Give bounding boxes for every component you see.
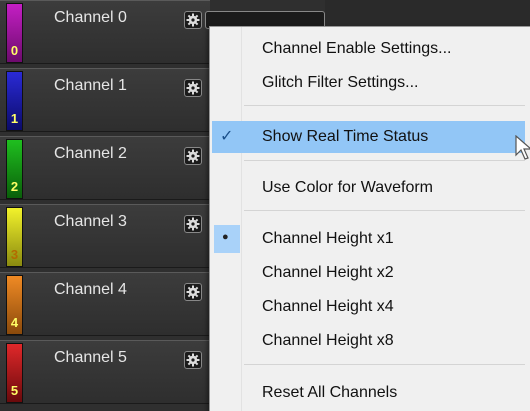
channel-settings-button[interactable]	[184, 351, 202, 369]
menu-item-label: Channel Enable Settings...	[262, 40, 452, 57]
channel-number: 2	[10, 179, 19, 194]
channel-color-swatch[interactable]: 4	[6, 275, 23, 335]
channel-settings-button[interactable]	[184, 283, 202, 301]
gear-icon	[186, 353, 200, 367]
menu-item-channel-enable-settings[interactable]: Channel Enable Settings...	[212, 33, 525, 65]
menu-item-label: Channel Height x2	[262, 264, 394, 281]
menu-separator	[244, 364, 525, 365]
menu-item-show-real-time-status[interactable]: ✓ Show Real Time Status	[212, 121, 525, 153]
menu-item-use-color-for-waveform[interactable]: Use Color for Waveform	[212, 172, 525, 204]
channel-row[interactable]: 2 Channel 2	[0, 136, 210, 200]
check-cell: ●	[214, 225, 240, 253]
channel-settings-button[interactable]	[184, 11, 202, 29]
channel-label[interactable]: Channel 2	[54, 145, 127, 163]
menu-separator	[244, 105, 525, 106]
menu-item-label: Show Real Time Status	[262, 128, 429, 145]
channel-row[interactable]: 1 Channel 1	[0, 68, 210, 132]
context-menu: Channel Enable Settings... Glitch Filter…	[209, 26, 530, 411]
menu-item-channel-height-x4[interactable]: Channel Height x4	[212, 291, 525, 323]
channel-color-swatch[interactable]: 0	[6, 3, 23, 63]
channel-label[interactable]: Channel 3	[54, 213, 127, 231]
channel-number: 4	[10, 315, 19, 330]
menu-separator	[244, 160, 525, 161]
channel-row[interactable]: 3 Channel 3	[0, 204, 210, 268]
menu-item-label: Glitch Filter Settings...	[262, 74, 419, 91]
channel-number: 5	[10, 383, 19, 398]
menu-item-channel-height-x2[interactable]: Channel Height x2	[212, 257, 525, 289]
checkmark-icon: ✓	[220, 128, 234, 145]
menu-item-label: Reset All Channels	[262, 384, 398, 401]
menu-item-label: Channel Height x8	[262, 332, 394, 349]
gear-icon	[186, 81, 200, 95]
menu-item-channel-height-x1[interactable]: ● Channel Height x1	[212, 223, 525, 255]
menu-item-channel-height-x8[interactable]: Channel Height x8	[212, 325, 525, 357]
channel-settings-button[interactable]	[184, 147, 202, 165]
gear-icon	[186, 217, 200, 231]
channel-row[interactable]: 4 Channel 4	[0, 272, 210, 336]
check-cell: ✓	[214, 123, 240, 151]
gear-icon	[186, 149, 200, 163]
channel-settings-button[interactable]	[184, 79, 202, 97]
gear-icon	[186, 13, 200, 27]
channel-label[interactable]: Channel 5	[54, 349, 127, 367]
channel-number: 1	[10, 111, 19, 126]
menu-separator	[244, 210, 525, 211]
channel-settings-button[interactable]	[184, 215, 202, 233]
channel-label[interactable]: Channel 4	[54, 281, 127, 299]
mouse-cursor-icon	[515, 135, 530, 160]
channel-label[interactable]: Channel 1	[54, 77, 127, 95]
channel-color-swatch[interactable]: 2	[6, 139, 23, 199]
menu-item-reset-all-channels[interactable]: Reset All Channels	[212, 377, 525, 409]
channel-label[interactable]: Channel 0	[54, 9, 127, 27]
menu-item-label: Channel Height x1	[262, 230, 394, 247]
menu-item-glitch-filter-settings[interactable]: Glitch Filter Settings...	[212, 67, 525, 99]
radio-dot-icon: ●	[222, 231, 229, 243]
menu-item-label: Use Color for Waveform	[262, 179, 433, 196]
gear-icon	[186, 285, 200, 299]
channel-row[interactable]: 0 Channel 0	[0, 0, 325, 64]
channel-number: 0	[10, 43, 19, 58]
channel-list: 0 Channel 0 1 Channel 1 2 Channel 2 3 Channel 3…	[0, 0, 325, 411]
channel-color-swatch[interactable]: 5	[6, 343, 23, 403]
menu-item-label: Channel Height x4	[262, 298, 394, 315]
channel-number: 3	[10, 247, 19, 262]
channel-color-swatch[interactable]: 1	[6, 71, 23, 131]
channel-color-swatch[interactable]: 3	[6, 207, 23, 267]
channel-row[interactable]: 5 Channel 5	[0, 340, 210, 404]
